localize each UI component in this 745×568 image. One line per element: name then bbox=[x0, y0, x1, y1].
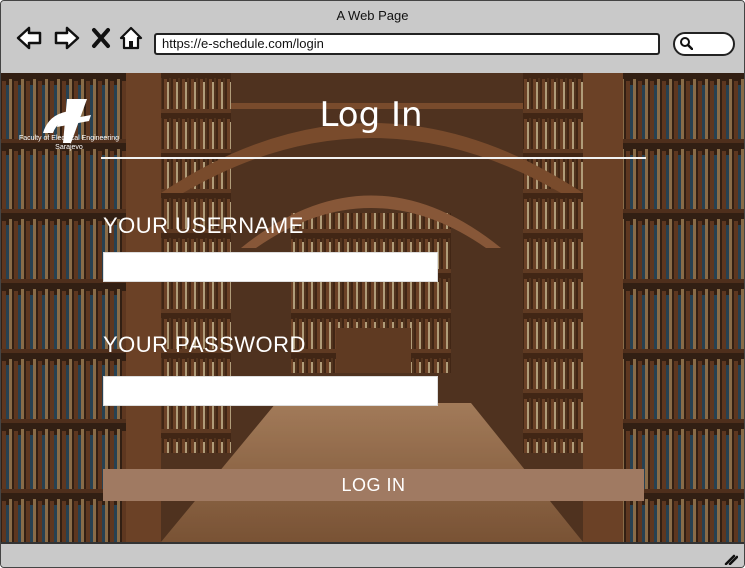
password-input[interactable] bbox=[103, 376, 438, 406]
browser-window: A Web Page https://e-schedule.com/login bbox=[0, 0, 745, 568]
search-box[interactable] bbox=[673, 32, 735, 56]
username-label: YOUR USERNAME bbox=[103, 213, 304, 238]
page-title: Log In bbox=[319, 95, 423, 135]
back-arrow-icon[interactable] bbox=[15, 25, 43, 51]
page-content: Faculty of Electrical Engineering Saraje… bbox=[1, 73, 744, 542]
window-title: A Web Page bbox=[336, 8, 409, 23]
home-icon[interactable] bbox=[118, 25, 144, 51]
username-input[interactable] bbox=[103, 252, 438, 282]
address-bar-url[interactable]: https://e-schedule.com/login bbox=[162, 36, 324, 51]
status-bar bbox=[1, 542, 744, 567]
address-bar[interactable]: https://e-schedule.com/login bbox=[154, 33, 660, 55]
logo-caption-line1: Faculty of Electrical Engineering bbox=[19, 135, 119, 142]
logo-caption-line2: Sarajevo bbox=[55, 144, 83, 151]
login-button[interactable]: LOG IN bbox=[103, 469, 644, 501]
forward-arrow-icon[interactable] bbox=[53, 25, 81, 51]
title-divider bbox=[101, 157, 646, 159]
faculty-logo-caption: Faculty of Electrical Engineering Saraje… bbox=[7, 134, 131, 152]
resize-grip-icon[interactable] bbox=[724, 553, 738, 565]
browser-toolbar: A Web Page https://e-schedule.com/login bbox=[1, 1, 744, 75]
password-label: YOUR PASSWORD bbox=[103, 332, 306, 357]
search-icon bbox=[680, 37, 693, 50]
close-x-icon[interactable] bbox=[89, 25, 113, 51]
